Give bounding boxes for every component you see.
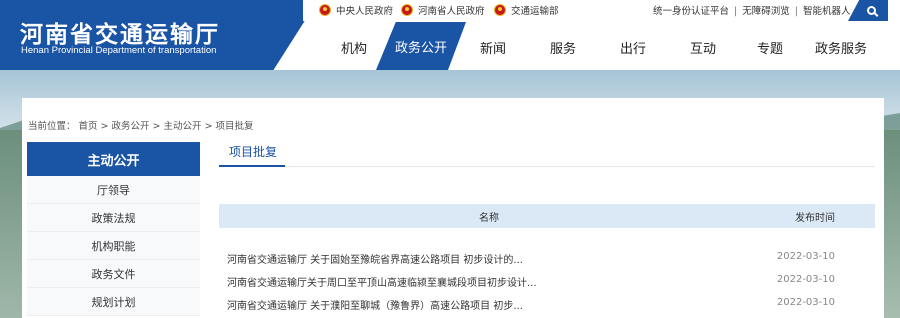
national-emblem-icon: [494, 4, 506, 16]
left-scenery: [0, 130, 22, 318]
main-nav: 机构 政务公开 新闻 服务 出行 互动 专题 政务服务: [303, 22, 900, 70]
nav-item-interaction[interactable]: 互动: [690, 38, 716, 57]
site-header: 河南省交通运输厅 Henan Provincial Department of …: [0, 0, 900, 70]
utility-links: 统一身份认证平台 | 无障碍浏览 | 智能机器人: [653, 6, 851, 17]
national-emblem-icon: [319, 4, 331, 16]
row-title-link[interactable]: 河南省交通运输厅 关于固始至豫皖省界高速公路项目 初步设计的...: [227, 251, 523, 266]
table-header: 名称 发布时间: [219, 204, 875, 228]
nav-item-travel[interactable]: 出行: [620, 38, 646, 57]
row-date: 2022-03-10: [776, 274, 835, 285]
nav-item-gov-services[interactable]: 政务服务: [815, 38, 867, 57]
table-row: 河南省交通运输厅 关于固始至豫皖省界高速公路项目 初步设计的... 2022-0…: [219, 248, 875, 268]
nav-item-news[interactable]: 新闻: [480, 38, 506, 57]
tab-project-approvals[interactable]: 项目批复: [229, 143, 277, 160]
site-title: 河南省交通运输厅: [20, 22, 220, 48]
sidebar-item-documents[interactable]: 政务文件: [27, 260, 200, 288]
table-row: 河南省交通运输厅 关于濮阳至聊城（豫鲁界）高速公路项目 初步... 2022-0…: [219, 294, 875, 314]
table-row: 河南省交通运输厅关于周口至平顶山高速临颍至襄城段项目初步设计... 2022-0…: [219, 271, 875, 291]
search-button[interactable]: [848, 0, 888, 21]
logo[interactable]: 河南省交通运输厅 Henan Provincial Department of …: [0, 0, 318, 70]
site-subtitle: Henan Provincial Department of transport…: [21, 45, 217, 56]
divider: [219, 166, 875, 167]
row-date: 2022-03-10: [776, 297, 835, 308]
link-unified-auth[interactable]: 统一身份认证平台: [653, 6, 729, 17]
column-date: 发布时间: [795, 213, 835, 224]
sidebar-item-policies[interactable]: 政策法规: [27, 204, 200, 232]
content-panel: 当前位置： 首页 > 政务公开 > 主动公开 > 项目批复 主动公开 厅领导 政…: [22, 98, 884, 318]
nav-item-topics[interactable]: 专题: [757, 38, 783, 57]
row-title-link[interactable]: 河南省交通运输厅 关于濮阳至聊城（豫鲁界）高速公路项目 初步...: [227, 297, 523, 312]
sidebar-item-leaders[interactable]: 厅领导: [27, 176, 200, 204]
nav-item-government-affairs[interactable]: 政务公开: [376, 22, 466, 70]
link-henan-gov[interactable]: 河南省人民政府: [401, 3, 485, 17]
breadcrumb: 当前位置： 首页 > 政务公开 > 主动公开 > 项目批复: [28, 121, 254, 132]
sidebar-item-plans[interactable]: 规划计划: [27, 288, 200, 316]
link-smart-robot[interactable]: 智能机器人: [803, 6, 851, 17]
nav-item-services[interactable]: 服务: [550, 38, 576, 57]
sidebar-heading: 主动公开: [27, 142, 200, 176]
active-tab-underline: [219, 165, 285, 167]
sidebar: 主动公开 厅领导 政策法规 机构职能 政务文件 规划计划: [27, 142, 200, 316]
link-accessibility[interactable]: 无障碍浏览: [742, 6, 790, 17]
top-bar: 中央人民政府 河南省人民政府 交通运输部 统一身份认证平台 | 无障碍浏览 | 智能机器…: [303, 0, 900, 21]
nav-item-organization[interactable]: 机构: [341, 38, 367, 57]
sidebar-item-functions[interactable]: 机构职能: [27, 232, 200, 260]
column-name: 名称: [479, 213, 499, 224]
link-ministry-transport[interactable]: 交通运输部: [494, 3, 559, 17]
row-date: 2022-03-10: [776, 251, 835, 262]
search-icon: [866, 6, 876, 15]
link-central-gov[interactable]: 中央人民政府: [319, 3, 393, 17]
national-emblem-icon: [401, 4, 413, 16]
row-title-link[interactable]: 河南省交通运输厅关于周口至平顶山高速临颍至襄城段项目初步设计...: [227, 274, 537, 289]
